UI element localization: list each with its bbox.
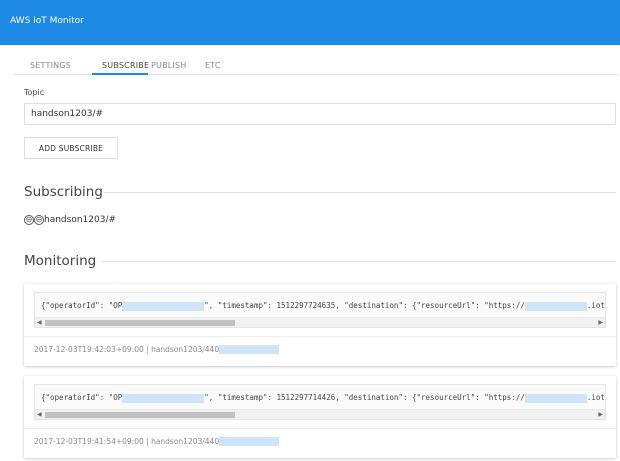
remove-circle-icon[interactable]: ⊖ bbox=[24, 215, 34, 225]
tab-subscribe[interactable]: SUBSCRIBE bbox=[102, 61, 149, 70]
redacted-block bbox=[524, 393, 587, 403]
tab-bar: SETTINGS SUBSCRIBE PUBLISH ETC bbox=[14, 55, 618, 75]
scroll-left-icon[interactable]: ◀ bbox=[37, 410, 42, 419]
message-payload-box[interactable]: {"operatorId": "OP ", "timestamp": 151229… bbox=[34, 384, 606, 420]
scrollbar-thumb[interactable] bbox=[45, 320, 235, 326]
scrollbar-thumb[interactable] bbox=[45, 412, 235, 418]
add-subscribe-button[interactable]: ADD SUBSCRIBE bbox=[24, 137, 118, 159]
redacted-block bbox=[219, 437, 280, 446]
message-topic: handson1203/440 bbox=[151, 437, 220, 446]
message-timestamp: 2017-12-03T19:41:54+09:00 bbox=[34, 437, 144, 446]
subscription-item: ⊖ ⊖ handson1203/# bbox=[24, 214, 116, 226]
monitoring-heading: Monitoring bbox=[24, 253, 97, 269]
message-card: {"operatorId": "OP ", "timestamp": 151229… bbox=[24, 376, 616, 458]
scroll-right-icon[interactable]: ▶ bbox=[598, 410, 603, 419]
message-payload: {"operatorId": "OP ", "timestamp": 151229… bbox=[41, 393, 605, 403]
topic-label: Topic bbox=[24, 88, 45, 97]
message-meta: 2017-12-03T19:42:03+09:00 | handson1203/… bbox=[34, 345, 280, 354]
horizontal-scrollbar[interactable]: ◀ ▶ bbox=[35, 317, 605, 327]
message-meta: 2017-12-03T19:41:54+09:00 | handson1203/… bbox=[34, 437, 280, 446]
scroll-left-icon[interactable]: ◀ bbox=[37, 318, 42, 327]
horizontal-scrollbar[interactable]: ◀ ▶ bbox=[35, 409, 605, 419]
tab-etc[interactable]: ETC bbox=[205, 61, 221, 70]
message-payload-box[interactable]: {"operatorId": "OP ", "timestamp": 151229… bbox=[34, 292, 606, 328]
redacted-block bbox=[524, 301, 587, 311]
message-timestamp: 2017-12-03T19:42:03+09:00 bbox=[34, 345, 144, 354]
tab-settings[interactable]: SETTINGS bbox=[30, 61, 71, 70]
app-bar: AWS IoT Monitor bbox=[0, 0, 620, 45]
subscription-topic: handson1203/# bbox=[44, 215, 117, 225]
app-title: AWS IoT Monitor bbox=[10, 16, 84, 26]
message-payload: {"operatorId": "OP ", "timestamp": 151229… bbox=[41, 301, 605, 311]
topic-input[interactable] bbox=[24, 103, 616, 125]
redacted-block bbox=[219, 345, 280, 354]
scroll-right-icon[interactable]: ▶ bbox=[598, 318, 603, 327]
message-card: {"operatorId": "OP ", "timestamp": 151229… bbox=[24, 284, 616, 366]
message-topic: handson1203/440 bbox=[151, 345, 220, 354]
tab-publish[interactable]: PUBLISH bbox=[151, 61, 186, 70]
redacted-block bbox=[122, 393, 205, 403]
monitoring-divider bbox=[102, 261, 616, 262]
remove-circle-icon-2[interactable]: ⊖ bbox=[34, 215, 44, 225]
redacted-block bbox=[122, 301, 205, 311]
card-divider bbox=[24, 428, 616, 429]
subscribing-heading: Subscribing bbox=[24, 184, 103, 200]
card-divider bbox=[24, 336, 616, 337]
subscribing-divider bbox=[104, 192, 616, 193]
active-tab-indicator bbox=[92, 73, 148, 75]
